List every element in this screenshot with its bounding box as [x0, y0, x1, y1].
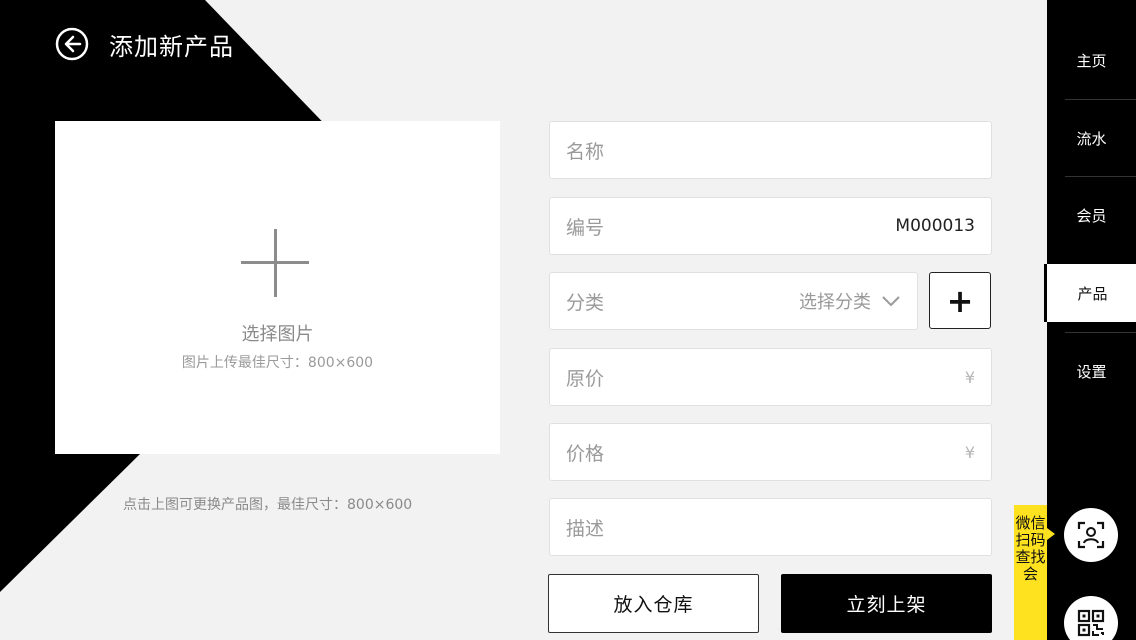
sidebar-item-transactions[interactable]: 流水: [1065, 100, 1136, 176]
code-field[interactable]: 编号 M000013: [549, 197, 992, 255]
back-arrow-icon[interactable]: [55, 27, 89, 61]
page-title: 添加新产品: [109, 32, 234, 61]
name-field[interactable]: 名称: [549, 121, 992, 179]
wechat-scan-label: 微信扫码查找会: [1015, 514, 1046, 583]
description-label: 描述: [566, 517, 605, 540]
currency-unit: ¥: [964, 442, 975, 462]
category-placeholder: 选择分类: [799, 292, 871, 313]
price-label: 价格: [566, 442, 605, 465]
price-field[interactable]: 价格 ¥: [549, 423, 992, 481]
upload-hint: 图片上传最佳尺寸：800×600: [181, 355, 374, 371]
code-label: 编号: [566, 216, 605, 239]
sidebar-item-home[interactable]: 主页: [1065, 22, 1136, 98]
qr-code-icon: [1077, 609, 1105, 637]
wechat-scan-tab[interactable]: 微信扫码查找会: [1014, 505, 1047, 640]
face-scan-button[interactable]: [1064, 508, 1118, 562]
sidebar-item-members[interactable]: 会员: [1065, 177, 1136, 253]
sidebar-item-products[interactable]: 产品: [1044, 264, 1136, 322]
original-price-label: 原价: [566, 367, 605, 390]
plus-icon: +: [946, 281, 974, 320]
image-upload-area[interactable]: [55, 121, 500, 454]
upload-label: 选择图片: [241, 324, 314, 345]
list-now-button[interactable]: 立刻上架: [781, 574, 992, 633]
description-field[interactable]: 描述: [549, 498, 992, 556]
tab-pointer: [1047, 528, 1055, 540]
page-header: 添加新产品: [55, 27, 234, 61]
face-scan-icon: [1077, 521, 1105, 549]
add-image-icon-bar[interactable]: [241, 261, 309, 264]
add-category-button[interactable]: +: [929, 272, 991, 329]
name-label: 名称: [566, 140, 605, 163]
code-value: M000013: [895, 216, 975, 236]
category-label: 分类: [566, 291, 605, 314]
original-price-field[interactable]: 原价 ¥: [549, 348, 992, 406]
currency-unit: ¥: [964, 367, 975, 387]
store-in-warehouse-button[interactable]: 放入仓库: [548, 574, 759, 633]
chevron-down-icon: [882, 296, 900, 307]
upload-caption: 点击上图可更换产品图，最佳尺寸：800×600: [123, 497, 413, 513]
sidebar-item-settings[interactable]: 设置: [1065, 333, 1136, 409]
category-select[interactable]: 分类 选择分类: [549, 272, 918, 330]
